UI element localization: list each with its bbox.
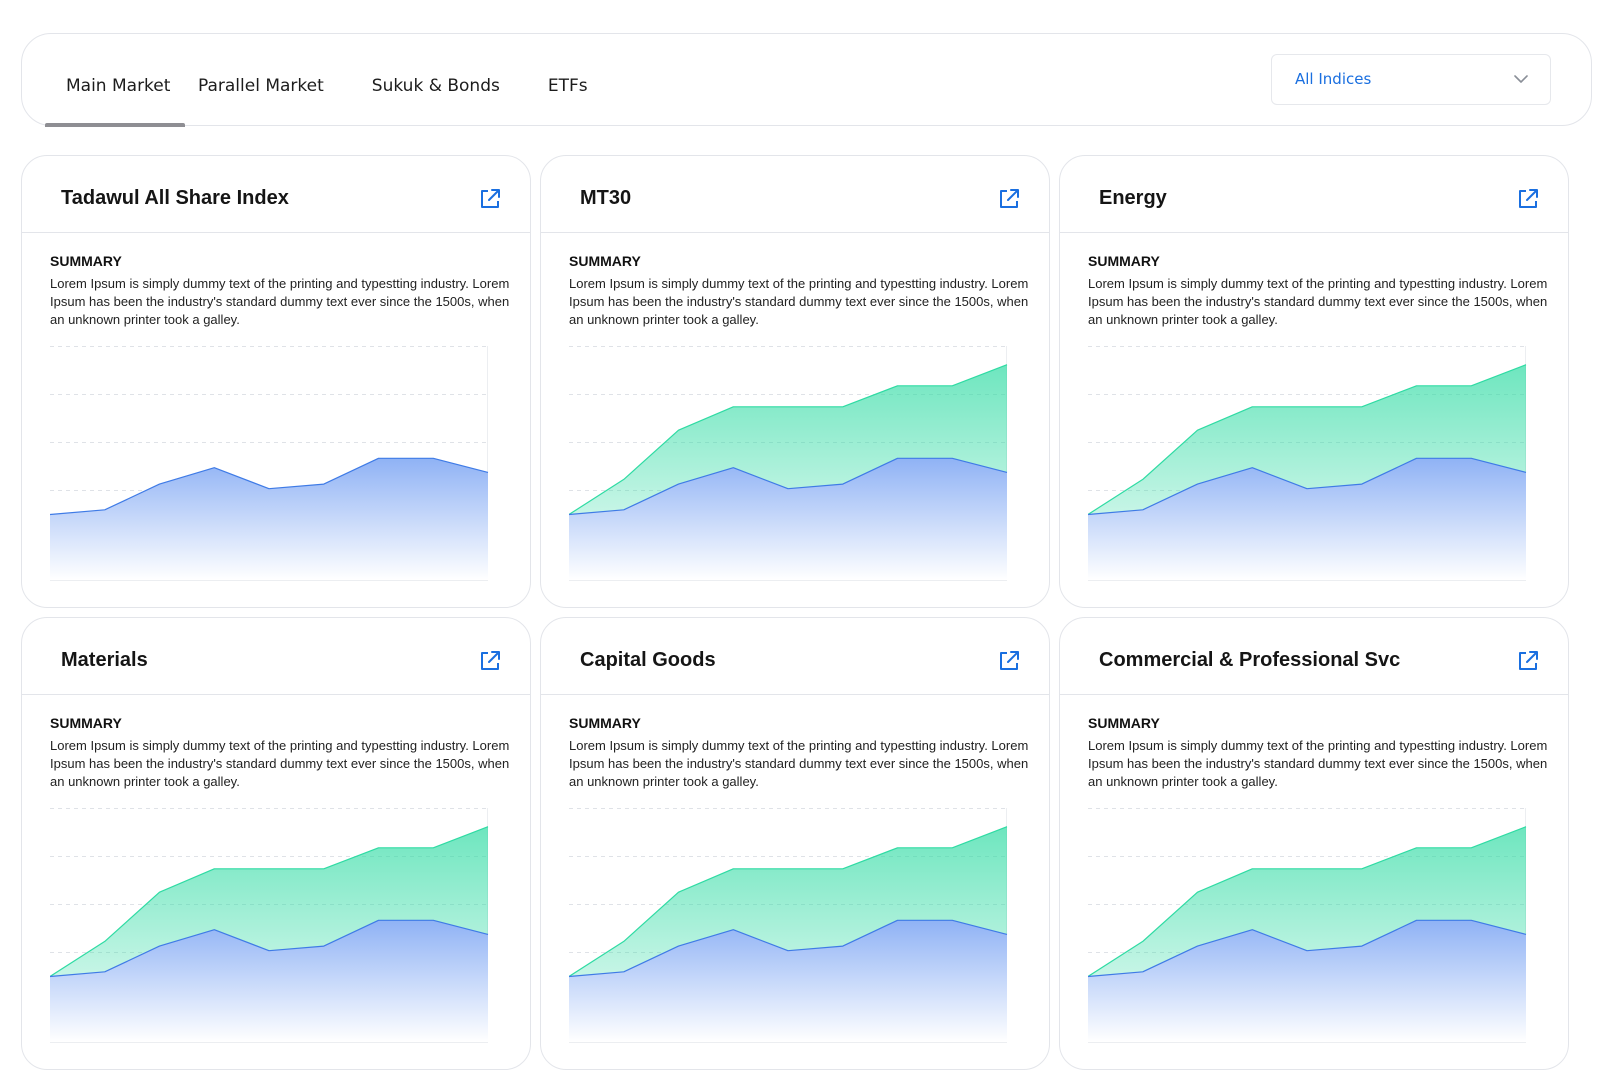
index-card: Commercial & Professional Svc SUMMARY Lo…	[1059, 617, 1569, 1070]
card-title: MT30	[580, 187, 632, 209]
card-header: Tadawul All Share Index	[22, 156, 530, 233]
card-title: Capital Goods	[580, 649, 716, 671]
tab-parallel-market[interactable]: Parallel Market	[198, 34, 324, 127]
index-card: MT30 SUMMARY Lorem Ipsum is simply dummy…	[540, 155, 1050, 608]
card-header: Materials	[22, 618, 530, 695]
external-link-icon[interactable]	[1517, 188, 1539, 210]
summary-label: SUMMARY	[569, 253, 641, 269]
external-link-icon[interactable]	[998, 650, 1020, 672]
card-header: Commercial & Professional Svc	[1060, 618, 1568, 695]
index-card: Materials SUMMARY Lorem Ipsum is simply …	[21, 617, 531, 1070]
external-link-icon[interactable]	[479, 650, 501, 672]
summary-label: SUMMARY	[50, 715, 122, 731]
card-header: Capital Goods	[541, 618, 1049, 695]
summary-label: SUMMARY	[1088, 715, 1160, 731]
indices-dropdown-value: All Indices	[1295, 70, 1372, 88]
external-link-icon[interactable]	[998, 188, 1020, 210]
tab-etfs[interactable]: ETFs	[548, 34, 588, 127]
external-link-icon[interactable]	[479, 188, 501, 210]
summary-label: SUMMARY	[1088, 253, 1160, 269]
summary-text: Lorem Ipsum is simply dummy text of the …	[1088, 276, 1548, 327]
index-card: Energy SUMMARY Lorem Ipsum is simply dum…	[1059, 155, 1569, 608]
series-area	[50, 458, 488, 580]
index-card: Tadawul All Share Index SUMMARY Lorem Ip…	[21, 155, 531, 608]
card-header: MT30	[541, 156, 1049, 233]
index-card: Capital Goods SUMMARY Lorem Ipsum is sim…	[540, 617, 1050, 1070]
indices-dropdown[interactable]: All Indices	[1271, 54, 1551, 105]
summary-label: SUMMARY	[569, 715, 641, 731]
card-title: Commercial & Professional Svc	[1099, 649, 1401, 671]
summary-text: Lorem Ipsum is simply dummy text of the …	[1088, 738, 1548, 789]
index-area-chart	[1088, 346, 1527, 581]
chevron-down-icon	[1514, 75, 1528, 83]
card-title: Materials	[61, 649, 148, 671]
summary-text: Lorem Ipsum is simply dummy text of the …	[50, 276, 510, 327]
card-header: Energy	[1060, 156, 1568, 233]
tab-sukuk-bonds[interactable]: Sukuk & Bonds	[372, 34, 500, 127]
index-area-chart	[569, 346, 1008, 581]
tab-main-market[interactable]: Main Market	[45, 34, 185, 127]
market-filter-bar: Main Market Parallel Market Sukuk & Bond…	[21, 33, 1592, 127]
index-area-chart	[50, 808, 489, 1043]
summary-text: Lorem Ipsum is simply dummy text of the …	[569, 738, 1029, 789]
market-tabs: Main Market Parallel Market Sukuk & Bond…	[45, 34, 588, 127]
summary-text: Lorem Ipsum is simply dummy text of the …	[569, 276, 1029, 327]
index-area-chart	[569, 808, 1008, 1043]
index-area-chart	[50, 346, 489, 581]
card-title: Energy	[1099, 187, 1167, 209]
external-link-icon[interactable]	[1517, 650, 1539, 672]
summary-text: Lorem Ipsum is simply dummy text of the …	[50, 738, 510, 789]
card-title: Tadawul All Share Index	[61, 187, 289, 209]
index-area-chart	[1088, 808, 1527, 1043]
summary-label: SUMMARY	[50, 253, 122, 269]
